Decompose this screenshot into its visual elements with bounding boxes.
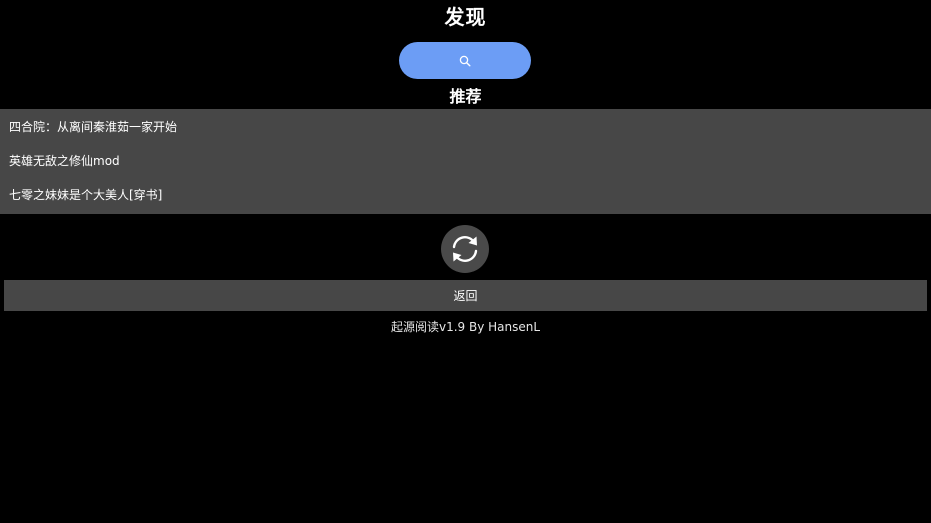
page-title: 发现 [444, 5, 487, 29]
list-item[interactable]: 七零之妹妹是个大美人[穿书] [9, 187, 162, 203]
list-item[interactable]: 英雄无敌之修仙mod [9, 153, 120, 169]
list-item[interactable]: 四合院：从离间秦淮茹一家开始 [9, 119, 177, 135]
search-button[interactable] [399, 42, 531, 79]
version-footer: 起源阅读v1.9 By HansenL [390, 320, 541, 334]
recommend-list: 四合院：从离间秦淮茹一家开始 英雄无敌之修仙mod 七零之妹妹是个大美人[穿书] [0, 109, 931, 214]
section-title-recommend: 推荐 [449, 87, 482, 106]
refresh-icon [452, 236, 478, 262]
search-icon [459, 55, 471, 67]
back-button[interactable]: 返回 [4, 280, 927, 311]
refresh-button[interactable] [441, 225, 489, 273]
